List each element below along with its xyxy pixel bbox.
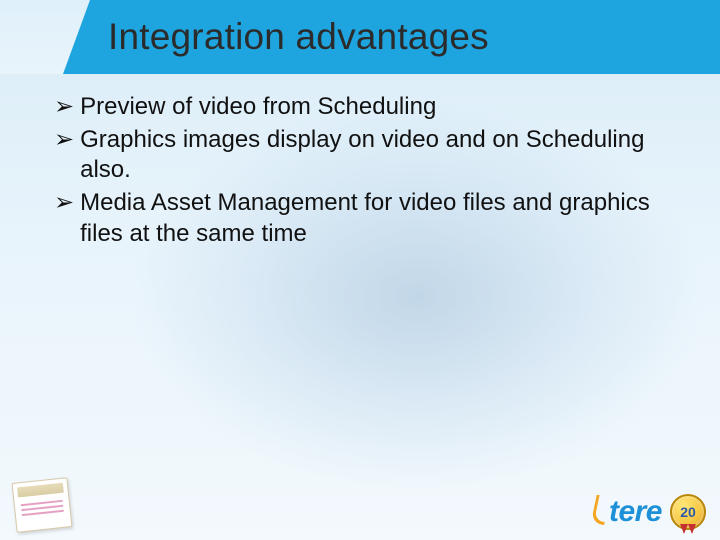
bullet-text: Media Asset Management for video files a… (80, 188, 666, 249)
bullet-marker-icon: ➢ (54, 92, 74, 123)
slide-content: ➢ Preview of video from Scheduling ➢ Gra… (0, 74, 720, 250)
bullet-marker-icon: ➢ (54, 125, 74, 186)
note-logo-icon (12, 477, 73, 533)
brand-area: tere 20 (593, 494, 706, 530)
badge-number: 20 (680, 504, 696, 520)
bullet-marker-icon: ➢ (54, 188, 74, 249)
bullet-item: ➢ Preview of video from Scheduling (54, 92, 666, 123)
title-bar: Integration advantages (0, 0, 720, 74)
bullet-item: ➢ Media Asset Management for video files… (54, 188, 666, 249)
bullet-text: Preview of video from Scheduling (80, 92, 666, 123)
brand-swoosh-icon (590, 495, 610, 525)
slide-title: Integration advantages (108, 16, 489, 58)
bullet-item: ➢ Graphics images display on video and o… (54, 125, 666, 186)
title-cut-decoration (0, 0, 90, 74)
version-badge-icon: 20 (670, 494, 706, 530)
bullet-text: Graphics images display on video and on … (80, 125, 666, 186)
brand-name: tere (609, 495, 662, 529)
slide-footer: tere 20 (14, 476, 706, 530)
